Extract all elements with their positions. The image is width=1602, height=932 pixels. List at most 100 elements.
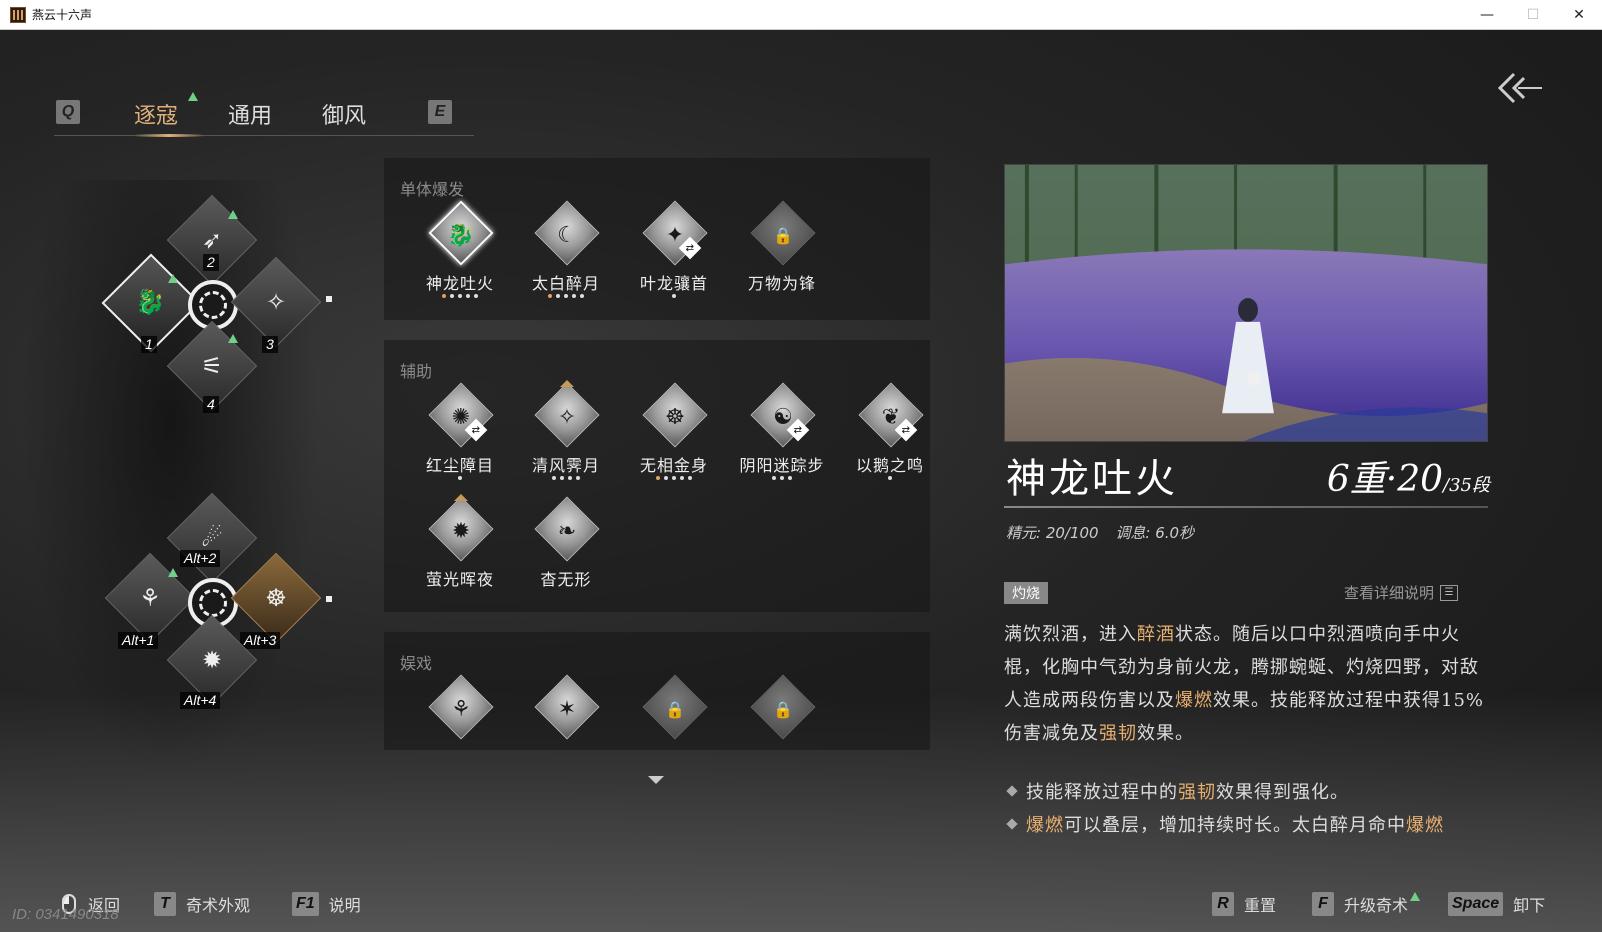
description-text: 技能释放过程中的: [1026, 782, 1178, 803]
close-button[interactable]: ✕: [1556, 0, 1602, 30]
skill-card[interactable]: ✦ ⇄ 叶龙骧首: [620, 200, 728, 312]
new-marker-icon: [168, 568, 178, 577]
tab-yufeng[interactable]: 御风: [322, 98, 366, 130]
scroll-down-icon[interactable]: [648, 776, 664, 784]
view-details-link[interactable]: 查看详细说明 ☰: [1344, 582, 1459, 603]
prev-tab-key[interactable]: Q: [56, 100, 80, 124]
reset-label: 重置: [1244, 896, 1277, 915]
help-hint[interactable]: F1 说明: [292, 892, 361, 916]
back-arrow-icon[interactable]: [1496, 68, 1546, 108]
game-viewport: Q 逐寇 通用 御风 E ➶ 2 🐉 1 ✧ 3 ⚟ 4 ☄ Alt+2 ⚘ A…: [0, 30, 1602, 932]
appearance-label: 奇术外观: [186, 896, 251, 915]
new-marker-icon: [228, 334, 238, 343]
help-key: F1: [292, 892, 319, 916]
appearance-key: T: [154, 892, 176, 916]
skill-name: 杳无形: [540, 570, 592, 589]
wheel-page-indicator: [326, 296, 332, 302]
section-title: 娱戏: [400, 654, 433, 673]
next-tab-key[interactable]: E: [428, 100, 452, 124]
skill-level-max: /35段: [1443, 475, 1490, 496]
skill-card[interactable]: ⚘: [406, 674, 514, 750]
tab-tongyong[interactable]: 通用: [228, 98, 272, 130]
skill-rank-dots: [512, 476, 620, 480]
keyword-highlight: 爆燃: [1026, 815, 1064, 836]
keyword-highlight: 醉酒: [1137, 624, 1175, 645]
section-entertainment: 娱戏 ⚘ ✶ 🔒 🔒: [384, 632, 930, 750]
reset-hint[interactable]: R 重置: [1212, 892, 1276, 916]
slot-alt2-label: Alt+2: [180, 550, 221, 567]
maximize-button[interactable]: ☐: [1510, 0, 1556, 30]
player-id: ID: 0341490318: [12, 906, 119, 923]
cooldown: 调息: 6.0秒: [1115, 524, 1195, 542]
skill-category-tabs: Q 逐寇 通用 御风 E: [54, 68, 474, 137]
slot-alt1-skill-icon: ⚘: [139, 584, 161, 612]
unload-hint[interactable]: Space 卸下: [1448, 892, 1545, 916]
skill-description: 满饮烈酒，进入醉酒状态。随后以口中烈酒喷向手中火棍，化胸中气劲为身前火龙，腾挪蜿…: [1004, 618, 1486, 750]
skill-card[interactable]: ✧ 清风霁月: [512, 380, 620, 494]
skill-card[interactable]: ✶: [512, 674, 620, 750]
lock-icon: 🔒: [773, 225, 793, 245]
skill-card[interactable]: ✺ ⇄ 红尘障目: [406, 382, 514, 494]
skill-icon: ✶: [557, 696, 577, 722]
skill-card[interactable]: ✹ 萤光晖夜: [406, 494, 514, 608]
slot-3-skill-icon: ✧: [265, 288, 287, 316]
skill-level: 6重·20/35段: [1327, 450, 1490, 502]
section-burst: 单体爆发 🐉 神龙吐火 ☾ 太白醉月 ✦ ⇄ 叶龙骧首 🔒 万物为锋: [384, 158, 930, 320]
skill-card[interactable]: ❦ ⇄ 以鹅之鸣: [836, 382, 944, 494]
minimize-button[interactable]: —: [1464, 0, 1510, 30]
skill-name: 无相金身: [639, 456, 708, 475]
skill-card[interactable]: ☾ 太白醉月: [512, 200, 620, 312]
skill-level-main: 6重·20: [1326, 459, 1444, 500]
skill-icon: ☸: [665, 404, 685, 430]
skill-icon: ❧: [557, 518, 577, 544]
skill-icon: ✹: [451, 518, 471, 544]
keyword-highlight: 爆燃: [1406, 815, 1444, 836]
slot-alt4-label: Alt+4: [180, 692, 221, 709]
bullet-line: 技能释放过程中的强韧效果得到强化。: [1004, 776, 1486, 809]
upgrade-hint[interactable]: F 升级奇术: [1312, 891, 1421, 916]
app-icon: [10, 6, 26, 23]
skill-bullet-notes: 技能释放过程中的强韧效果得到强化。爆燃可以叠层，增加持续时长。太白醉月命中爆燃: [1004, 776, 1486, 842]
slot-1-label: 1: [141, 336, 157, 353]
skill-card[interactable]: ❧ 杳无形: [512, 496, 620, 608]
skill-card[interactable]: 🔒 万物为锋: [728, 200, 836, 312]
wheel-page-indicator: [326, 596, 332, 602]
skill-rank-dots: [406, 294, 514, 298]
skill-card[interactable]: ☸ 无相金身: [620, 382, 728, 494]
tab-zhukou[interactable]: 逐寇: [134, 98, 178, 130]
skill-rank-dots: [728, 476, 836, 480]
skill-rank-dots: [620, 476, 728, 480]
slot-1-skill-icon: 🐉: [135, 288, 165, 316]
upgrade-label: 升级奇术: [1344, 896, 1409, 915]
skill-card[interactable]: 🔒: [620, 674, 728, 750]
description-text: 可以叠层，增加持续时长。太白醉月命中: [1064, 815, 1406, 836]
skill-rank-dots: [512, 294, 620, 298]
skill-name: 阴阳迷踪步: [739, 456, 825, 475]
view-details-label: 查看详细说明: [1344, 584, 1435, 602]
skill-card[interactable]: 🐉 神龙吐火: [406, 200, 514, 312]
title-divider: [1004, 506, 1488, 508]
bullet-diamond-icon: [1006, 785, 1018, 797]
skill-rank-dots: [620, 294, 728, 298]
skill-preview-image: [1004, 164, 1488, 442]
energy-cost: 精元: 20/100: [1006, 524, 1099, 542]
window-title: 燕云十六声: [32, 8, 93, 22]
details-icon: ☰: [1440, 584, 1459, 601]
appearance-hint[interactable]: T 奇术外观: [154, 892, 250, 916]
skill-icon: ☾: [557, 222, 577, 248]
skill-name: 红尘障目: [425, 456, 494, 475]
help-label: 说明: [328, 896, 361, 915]
lock-icon: 🔒: [665, 699, 685, 719]
skill-card[interactable]: ☯ ⇄ 阴阳迷踪步: [728, 382, 836, 494]
skill-card[interactable]: 🔒: [728, 674, 836, 750]
slot-2-label: 2: [203, 254, 219, 271]
slot-alt4-skill-icon: ✹: [201, 646, 223, 674]
section-title: 单体爆发: [400, 180, 465, 199]
slot-4-skill-icon: ⚟: [201, 352, 223, 380]
description-text: 效果。: [1137, 723, 1194, 744]
skill-name-title: 神龙吐火: [1006, 456, 1178, 502]
skill-stats: 精元: 20/100 调息: 6.0秒: [1006, 522, 1206, 543]
keyword-highlight: 强韧: [1099, 723, 1137, 744]
skill-name: 以鹅之鸣: [855, 456, 924, 475]
skill-icon: ⚘: [451, 696, 471, 722]
